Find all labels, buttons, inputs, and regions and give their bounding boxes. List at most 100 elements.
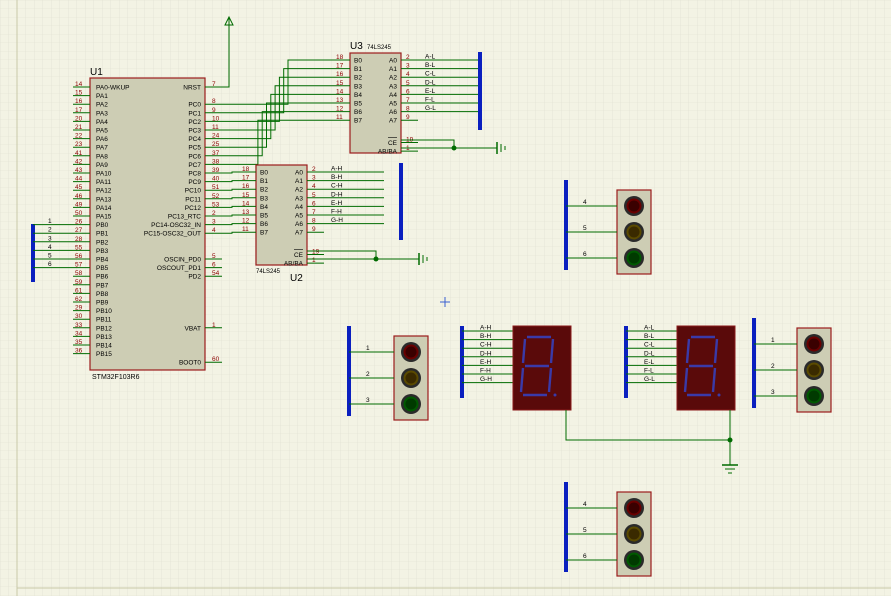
u1-pin-number: 49 — [75, 201, 83, 208]
lamp — [628, 252, 640, 264]
schematic-canvas[interactable]: U1 STM32F103R6 14 PA0-WKUP 15 PA1 16 PA2 17 PA3… — [0, 0, 891, 596]
pb-bus-label: 2 — [48, 227, 52, 234]
u1-pin-name: PC3 — [188, 128, 201, 135]
u1-pin-number: 23 — [75, 141, 83, 148]
u1-pin-number: 4 — [212, 227, 216, 234]
lamp — [628, 200, 640, 212]
pb-bus-label: 6 — [48, 261, 52, 268]
u1-pin-number: 35 — [75, 339, 83, 346]
u1-pin-name: PA4 — [96, 119, 108, 126]
u1-pin-name: PA6 — [96, 136, 108, 143]
u1-pin-number: 44 — [75, 176, 83, 183]
schematic-sheet[interactable]: U1 STM32F103R6 14 PA0-WKUP15 PA116 PA217 PA3… — [0, 0, 891, 596]
buffer-pin-name: A5 — [389, 101, 397, 108]
u1-pin-number: 56 — [75, 253, 83, 260]
u1-pin-name: PC11 — [185, 196, 201, 203]
buffer-pin-number: 14 — [242, 200, 250, 207]
display-right-dp — [717, 393, 721, 397]
buffer-pin-number: 11 — [336, 114, 343, 121]
u1-pin-name: PA5 — [96, 128, 108, 135]
buffer-pin-number: 12 — [242, 218, 250, 225]
buffer-pin-number: 8 — [312, 218, 316, 225]
u1-pin-name: PA2 — [96, 102, 108, 109]
u1-pin-name: PA10 — [96, 171, 112, 178]
buffer-net-label: D-L — [425, 79, 436, 86]
buffer-pin-name: A1 — [389, 66, 397, 73]
buffer-net-label: D-H — [331, 191, 343, 198]
buffer-pin-name: B7 — [260, 230, 268, 237]
u1-pin-number: 43 — [75, 167, 83, 174]
u1-pin-number: 30 — [75, 313, 83, 320]
buffer-pin-number: 1 — [312, 257, 316, 264]
u1-pin-name: PA3 — [96, 110, 108, 117]
u1-pin-number: 1 — [212, 322, 216, 329]
u1-pin-name: PB10 — [96, 308, 112, 315]
buffer-pin-name: A5 — [295, 213, 303, 220]
u1-pin-number: 28 — [75, 236, 83, 243]
display-left-body — [512, 325, 572, 411]
u1-pin-number: 2 — [212, 210, 216, 217]
traffic-light-pin: 4 — [583, 199, 587, 206]
u1-pin-number: 62 — [75, 296, 83, 303]
display-right-body — [676, 325, 736, 411]
buffer-pin-number: 9 — [312, 226, 316, 233]
u1-pin-number: 3 — [212, 219, 216, 226]
buffer-net-label: C-H — [331, 183, 343, 190]
display-net-label: C-H — [480, 342, 492, 349]
display-left-dp — [553, 393, 557, 397]
buffer-pin-name: B5 — [354, 101, 362, 108]
u1-pin-name: PB5 — [96, 265, 109, 272]
buffer-pin-name: B6 — [260, 221, 268, 228]
buffer-pin-name: B4 — [354, 92, 362, 99]
u1-pin-number: 42 — [75, 158, 83, 165]
buffer-pin-name: A6 — [389, 109, 397, 116]
buffer-pin-number: 19 — [312, 249, 320, 256]
u1-pin-name: PC12 — [185, 205, 202, 212]
buffer-pin-name: B0 — [354, 58, 362, 65]
u1-pin-name: PB11 — [96, 317, 112, 324]
u1-pin-number: 40 — [212, 176, 220, 183]
buffer-pin-name: B1 — [260, 178, 268, 185]
u1-ref: U1 — [90, 67, 103, 78]
u1-pin-number: 9 — [212, 107, 216, 114]
u1-pin-name: PA7 — [96, 145, 108, 152]
u1-pin-name: PD2 — [188, 274, 201, 281]
u1-chip[interactable]: U1 STM32F103R6 14 PA0-WKUP15 PA116 PA217 PA3… — [73, 67, 222, 381]
u1-pin-name: PB4 — [96, 257, 109, 264]
pb-bus-label: 4 — [48, 244, 52, 251]
buffer-pin-number: 6 — [406, 88, 410, 95]
display-net-label: D-H — [480, 350, 492, 357]
u1-pin-name: PB12 — [96, 325, 112, 332]
u1-pin-number: 51 — [212, 184, 220, 191]
buffer-pin-name: A4 — [295, 204, 303, 211]
u1-pin-name: PA14 — [96, 205, 112, 212]
u1-pin-name: OSCOUT_PD1 — [157, 265, 201, 272]
buffer-pin-number: 15 — [336, 80, 344, 87]
traffic-light-pin: 1 — [366, 345, 370, 352]
u1-pin-name: PB8 — [96, 291, 109, 298]
display-net-label: G-L — [644, 376, 655, 383]
lamp — [405, 372, 417, 384]
u1-pin-number: 25 — [212, 141, 220, 148]
traffic-light-pin: 4 — [583, 501, 587, 508]
u1-pin-number: 34 — [75, 330, 83, 337]
u1-pin-number: 15 — [75, 90, 83, 97]
u1-pin-name: PB1 — [96, 231, 109, 238]
u1-pin-number: 26 — [75, 219, 83, 226]
u1-pin-name: PB3 — [96, 248, 109, 255]
u1-pin-number: 41 — [75, 150, 83, 157]
u1-pin-name: PC10 — [185, 188, 202, 195]
pb-bus-label: 5 — [48, 253, 52, 260]
u1-pin-number: 29 — [75, 305, 83, 312]
u1-pin-name: PB2 — [96, 239, 109, 246]
u1-pin-number: 17 — [75, 107, 83, 114]
buffer-net-label: F-H — [331, 209, 342, 216]
buffer-pin-number: 5 — [406, 80, 410, 87]
buffer-pin-name: A7 — [389, 118, 397, 125]
u1-pin-name: PB0 — [96, 222, 109, 229]
u1-pin-name: PC1 — [188, 110, 201, 117]
buffer-pin-name: B2 — [260, 187, 268, 194]
u1-pin-number: 58 — [75, 270, 83, 277]
u1-pin-number: 57 — [75, 262, 83, 269]
u1-pin-number: 33 — [75, 322, 83, 329]
